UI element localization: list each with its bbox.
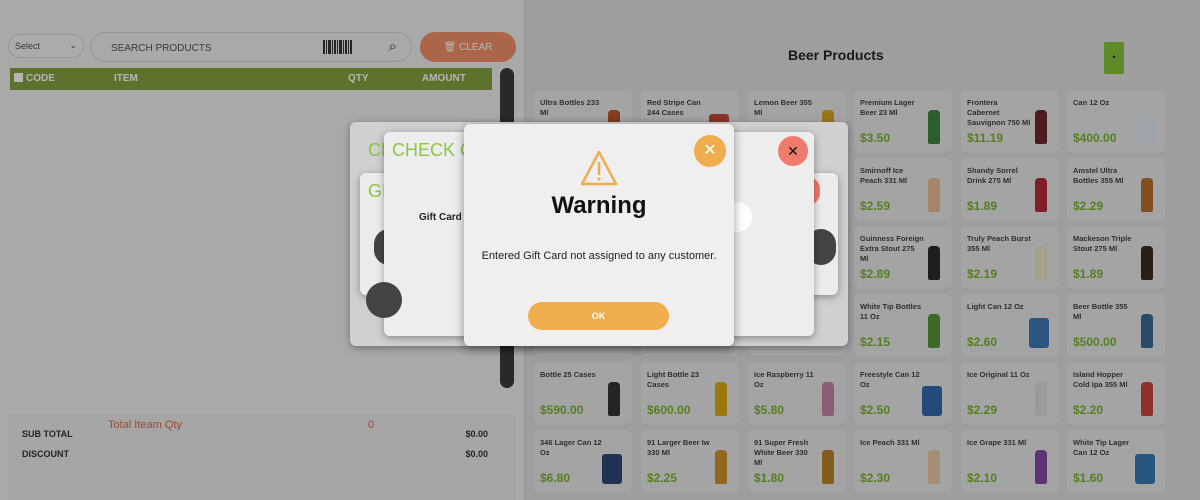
stepper-left[interactable] (366, 282, 402, 318)
warning-dialog: ✕ Warning Entered Gift Card not assigned… (464, 124, 734, 346)
dialog-title: CHECK G (392, 140, 475, 160)
gift-card-label: Gift Card (419, 212, 462, 223)
close-icon[interactable]: ✕ (694, 135, 726, 167)
warning-message: Entered Gift Card not assigned to any cu… (481, 250, 717, 262)
warning-title: Warning (551, 192, 647, 219)
warning-icon (580, 150, 618, 186)
ok-button[interactable]: OK (528, 302, 669, 330)
close-icon[interactable]: ✕ (778, 136, 808, 166)
